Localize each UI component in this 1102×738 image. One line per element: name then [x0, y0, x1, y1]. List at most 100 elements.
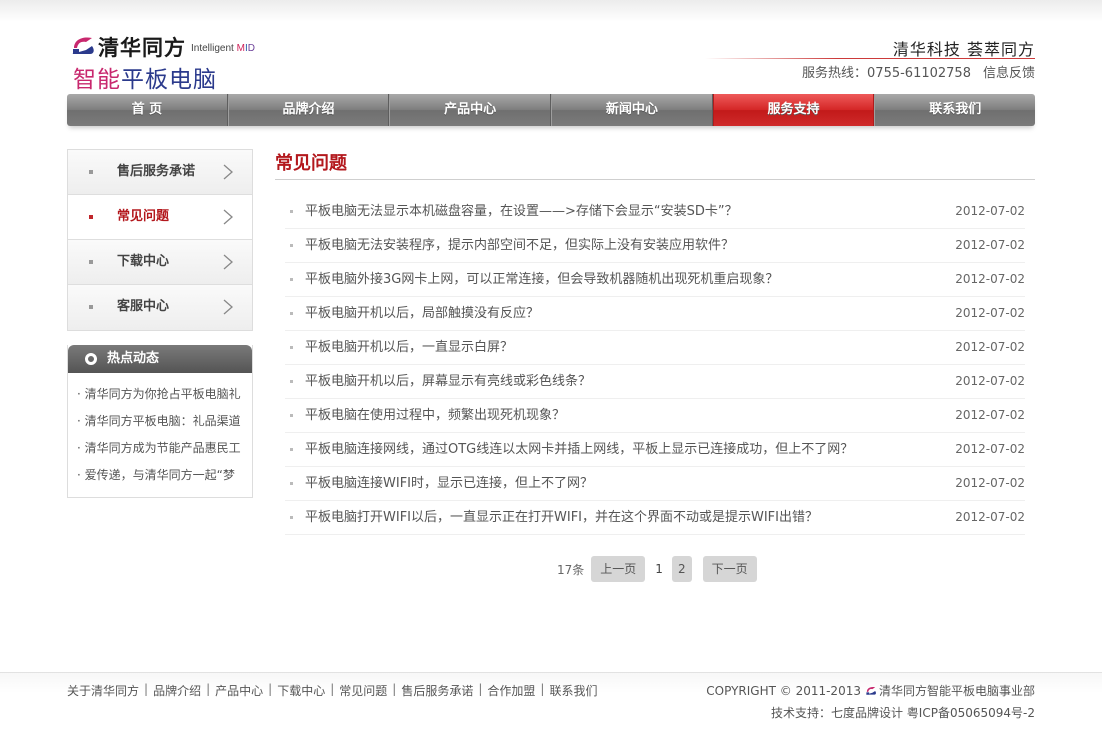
footer-link-franchise[interactable]: 合作加盟 — [487, 682, 535, 699]
footer-separator: | — [268, 682, 273, 696]
faq-date: 2012-07-02 — [955, 340, 1025, 354]
faq-question: 平板电脑无法安装程序，提示内部空间不足，但实际上没有安装应用软件？ — [305, 238, 735, 253]
faq-item[interactable]: 平板电脑在使用过程中，频繁出现死机现象？ 2012-07-02 — [285, 399, 1025, 433]
service-hotline: 服务热线：0755-61102758 — [802, 66, 971, 81]
faq-question: 平板电脑打开WIFI以后，一直显示正在打开WIFI，并在这个界面不动或是提示WI… — [305, 510, 818, 525]
footer-separator: | — [144, 682, 149, 696]
sidebar-item-after-sales[interactable]: 售后服务承诺 — [68, 150, 252, 195]
site-header: 清华同方 Intelligent MID 智能平板电脑 清华科技 荟萃同方 服务… — [67, 30, 1035, 93]
hot-news-panel: 热点动态 · 清华同方为你抢占平板电脑礼 · 清华同方平板电脑：礼品渠道 · 清… — [67, 345, 253, 498]
faq-item[interactable]: 平板电脑打开WIFI以后，一直显示正在打开WIFI，并在这个界面不动或是提示WI… — [285, 501, 1025, 535]
nav-home[interactable]: 首 页 — [67, 94, 228, 126]
ring-icon — [85, 353, 97, 365]
bullet-icon — [290, 210, 293, 213]
footer-links: 关于清华同方 | 品牌介绍 | 产品中心 | 下载中心 | 常见问题 | 售后服务承诺 | … — [67, 682, 597, 699]
bullet-icon — [89, 170, 93, 174]
faq-date: 2012-07-02 — [955, 510, 1025, 524]
hot-news-item[interactable]: · 清华同方为你抢占平板电脑礼 — [77, 381, 245, 408]
faq-date: 2012-07-02 — [955, 204, 1025, 218]
footer-link-downloads[interactable]: 下载中心 — [277, 682, 325, 699]
main-content: 常见问题 平板电脑无法显示本机磁盘容量，在设置——>存储下会显示“安装SD卡”？… — [275, 149, 1035, 582]
faq-date: 2012-07-02 — [955, 476, 1025, 490]
bullet-icon — [290, 278, 293, 281]
footer-separator: | — [330, 682, 335, 696]
brand-logo[interactable]: 清华同方 Intelligent MID 智能平板电脑 — [70, 32, 270, 93]
faq-question: 平板电脑无法显示本机磁盘容量，在设置——>存储下会显示“安装SD卡”？ — [305, 204, 738, 219]
bullet-icon — [290, 244, 293, 247]
faq-item[interactable]: 平板电脑开机以后，屏幕显示有亮线或彩色线条？ 2012-07-02 — [285, 365, 1025, 399]
chevron-right-icon — [223, 209, 233, 225]
bullet-icon — [290, 380, 293, 383]
hot-news-header: 热点动态 — [68, 345, 252, 373]
sidebar-item-label: 常见问题 — [117, 209, 170, 224]
footer-link-contact[interactable]: 联系我们 — [549, 682, 597, 699]
sidebar-item-faq[interactable]: 常见问题 — [68, 195, 252, 240]
hot-news-item[interactable]: · 爱传递，与清华同方一起“梦 — [77, 462, 245, 489]
footer-link-brand[interactable]: 品牌介绍 — [153, 682, 201, 699]
nav-service[interactable]: 服务支持 — [712, 94, 875, 126]
footer-link-faq[interactable]: 常见问题 — [339, 682, 387, 699]
faq-item[interactable]: 平板电脑无法显示本机磁盘容量，在设置——>存储下会显示“安装SD卡”？ 2012-… — [285, 195, 1025, 229]
bullet-icon — [290, 414, 293, 417]
faq-date: 2012-07-02 — [955, 306, 1025, 320]
bullet-icon — [89, 215, 93, 219]
sidebar-item-label: 售后服务承诺 — [117, 164, 196, 179]
copyright: COPYRIGHT © 2011-2013 清华同方智能平板电脑事业部 — [706, 682, 1035, 699]
nav-products[interactable]: 产品中心 — [389, 94, 552, 126]
faq-item[interactable]: 平板电脑外接3G网卡上网，可以正常连接，但会导致机器随机出现死机重启现象？ 201… — [285, 263, 1025, 297]
faq-item[interactable]: 平板电脑连接网线，通过OTG线连以太网卡并插上网线，平板上显示已连接成功，但上不… — [285, 433, 1025, 467]
bullet-icon — [89, 305, 93, 309]
feedback-link[interactable]: 信息反馈 — [983, 66, 1035, 81]
hot-news-item[interactable]: · 清华同方平板电脑：礼品渠道 — [77, 408, 245, 435]
faq-item[interactable]: 平板电脑开机以后，局部触摸没有反应？ 2012-07-02 — [285, 297, 1025, 331]
footer-separator: | — [478, 682, 483, 696]
bullet-icon — [290, 312, 293, 315]
faq-item[interactable]: 平板电脑连接WIFI时，显示已连接，但上不了网？ 2012-07-02 — [285, 467, 1025, 501]
next-page-button[interactable]: 下一页 — [702, 556, 757, 582]
chevron-right-icon — [223, 164, 233, 180]
faq-item[interactable]: 平板电脑无法安装程序，提示内部空间不足，但实际上没有安装应用软件？ 2012-07… — [285, 229, 1025, 263]
faq-question: 平板电脑在使用过程中，频繁出现死机现象？ — [305, 408, 566, 423]
page-title: 常见问题 — [275, 149, 1035, 180]
sidebar-item-label: 下载中心 — [117, 254, 170, 269]
sidebar-item-label: 客服中心 — [117, 299, 170, 314]
nav-news[interactable]: 新闻中心 — [551, 94, 713, 126]
faq-date: 2012-07-02 — [955, 442, 1025, 456]
bullet-icon — [290, 516, 293, 519]
faq-date: 2012-07-02 — [955, 374, 1025, 388]
sidebar-item-customer-service[interactable]: 客服中心 — [68, 285, 252, 330]
faq-date: 2012-07-02 — [955, 408, 1025, 422]
current-page: 1 — [655, 562, 663, 576]
faq-question: 平板电脑连接WIFI时，显示已连接，但上不了网？ — [305, 476, 593, 491]
bullet-icon — [290, 346, 293, 349]
slogan-divider — [705, 58, 1035, 59]
footer-separator: | — [392, 682, 397, 696]
page-2-button[interactable]: 2 — [671, 556, 692, 582]
footer-separator: | — [206, 682, 211, 696]
nav-contact[interactable]: 联系我们 — [874, 94, 1035, 126]
chevron-right-icon — [223, 254, 233, 270]
footer-link-after-sales[interactable]: 售后服务承诺 — [401, 682, 473, 699]
tongfang-logo-icon — [72, 37, 94, 54]
prev-page-button[interactable]: 上一页 — [591, 556, 646, 582]
product-name: 智能平板电脑 — [73, 67, 217, 93]
faq-date: 2012-07-02 — [955, 272, 1025, 286]
nav-brand[interactable]: 品牌介绍 — [227, 94, 390, 126]
service-bar: 服务热线：0755-61102758 信息反馈 — [802, 62, 1035, 81]
footer-link-about[interactable]: 关于清华同方 — [67, 682, 139, 699]
faq-question: 平板电脑开机以后，一直显示白屏？ — [305, 340, 514, 355]
header-slogan: 清华科技 荟萃同方 — [892, 40, 1035, 59]
side-menu: 售后服务承诺 常见问题 下载中心 客服中心 — [67, 149, 253, 331]
faq-date: 2012-07-02 — [955, 238, 1025, 252]
copyright-prefix: COPYRIGHT © 2011-2013 — [706, 683, 861, 698]
faq-item[interactable]: 平板电脑开机以后，一直显示白屏？ 2012-07-02 — [285, 331, 1025, 365]
footer-link-products[interactable]: 产品中心 — [215, 682, 263, 699]
result-count: 17条 — [557, 562, 585, 577]
sidebar-item-downloads[interactable]: 下载中心 — [68, 240, 252, 285]
faq-question: 平板电脑连接网线，通过OTG线连以太网卡并插上网线，平板上显示已连接成功，但上不… — [305, 442, 854, 457]
hot-news-list: · 清华同方为你抢占平板电脑礼 · 清华同方平板电脑：礼品渠道 · 清华同方成为… — [68, 373, 252, 497]
faq-question: 平板电脑开机以后，局部触摸没有反应？ — [305, 306, 540, 321]
hot-news-item[interactable]: · 清华同方成为节能产品惠民工 — [77, 435, 245, 462]
top-shade — [0, 0, 1102, 22]
faq-question: 平板电脑开机以后，屏幕显示有亮线或彩色线条？ — [305, 374, 592, 389]
